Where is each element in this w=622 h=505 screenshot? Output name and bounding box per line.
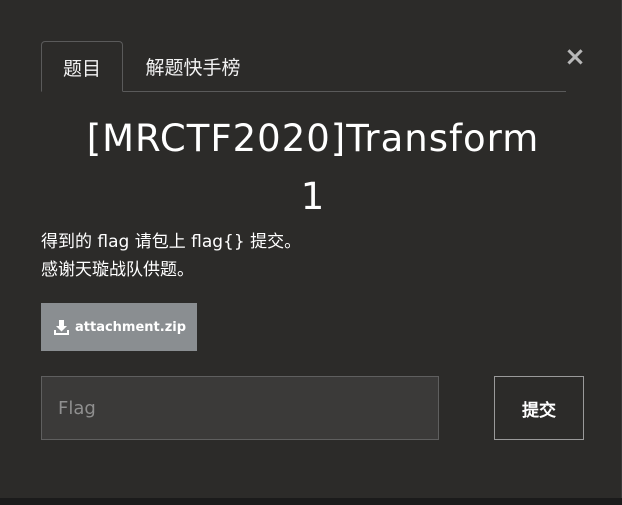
description-line-2: 感谢天璇战队供题。 (41, 260, 194, 280)
attachment-filename: attachment.zip (75, 319, 187, 335)
submit-button[interactable]: 提交 (494, 376, 584, 440)
flag-input[interactable] (41, 376, 439, 440)
challenge-modal: 题目 解题快手榜 × [MRCTF2020]Transform 1 得到的 fl… (0, 0, 622, 498)
close-icon[interactable]: × (564, 44, 586, 70)
challenge-description: 得到的 flag 请包上 flag{} 提交。 感谢天璇战队供题。 (41, 228, 301, 284)
challenge-title: [MRCTF2020]Transform 1 (41, 110, 585, 226)
tab-challenge[interactable]: 题目 (41, 41, 123, 92)
challenge-title-line1: [MRCTF2020]Transform (86, 117, 540, 160)
description-line-1: 得到的 flag 请包上 flag{} 提交。 (41, 232, 302, 252)
modal-tab-bar: 题目 解题快手榜 (41, 41, 566, 92)
download-icon (54, 319, 69, 335)
challenge-title-line2: 1 (300, 175, 326, 218)
tab-solve-leaderboard[interactable]: 解题快手榜 (123, 41, 263, 92)
attachment-download-button[interactable]: attachment.zip (41, 303, 197, 351)
